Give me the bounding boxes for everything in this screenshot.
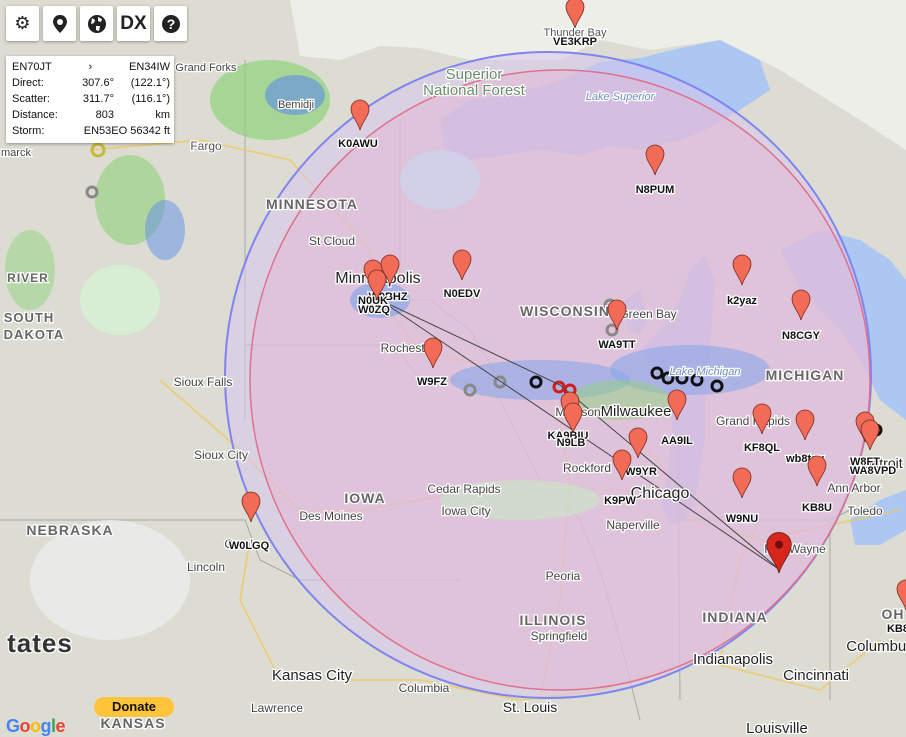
- place-label: NEBRASKA: [26, 522, 113, 538]
- station-callsign: W9YR: [625, 466, 657, 478]
- direct-reverse: (122.1°): [130, 77, 170, 89]
- place-label: Lake Superior: [586, 91, 656, 103]
- place-label: Bemidji: [278, 99, 314, 111]
- place-label: RIVER: [7, 271, 49, 285]
- place-label: Cincinnati: [783, 667, 849, 684]
- place-label: IOWA: [344, 490, 385, 506]
- arrow-separator: ›: [88, 61, 93, 73]
- scatter-row: Scatter: 311.7° (116.1°): [12, 91, 170, 107]
- station-callsign: AA9IL: [661, 435, 693, 447]
- help-button[interactable]: ?: [154, 6, 187, 41]
- place-label: St. Louis: [503, 699, 557, 715]
- place-label: tates: [7, 628, 73, 658]
- globe-icon: [87, 14, 106, 33]
- place-label: INDIANA: [702, 609, 767, 625]
- map-toolbar: ⚙ DX ?: [6, 6, 187, 41]
- station-callsign: W0ZQ: [358, 304, 390, 316]
- place-label: Grand Rapids: [716, 414, 790, 428]
- station-callsign: W9FZ: [417, 376, 447, 388]
- station-callsign: K9PW: [604, 495, 636, 507]
- place-label: Des Moines: [299, 509, 362, 523]
- place-label: MICHIGAN: [766, 367, 845, 383]
- svg-text:?: ?: [166, 16, 175, 32]
- dx-button[interactable]: DX: [117, 6, 150, 41]
- place-label: Indianapolis: [693, 651, 773, 668]
- place-label: Rockford: [563, 461, 611, 475]
- place-label: Toledo: [847, 504, 883, 518]
- place-label: Lincoln: [187, 560, 225, 574]
- station-callsign: N9LB: [557, 437, 586, 449]
- place-label: WISCONSIN: [520, 303, 610, 319]
- station-callsign: N0EDV: [444, 288, 481, 300]
- grid-header: EN70JT › EN34IW: [12, 59, 170, 75]
- place-label: MINNESOTA: [266, 196, 358, 212]
- place-label: Iowa City: [441, 504, 490, 518]
- place-label: Sioux City: [194, 448, 248, 462]
- place-label: Cedar Rapids: [427, 482, 500, 496]
- place-label: St Cloud: [309, 234, 355, 248]
- place-label: National Forest: [423, 82, 526, 99]
- scatter-reverse: (116.1°): [131, 93, 170, 105]
- from-grid: EN70JT: [12, 61, 52, 73]
- place-label: OH: [882, 606, 905, 622]
- station-callsign: N8PUM: [636, 184, 675, 196]
- globe-button[interactable]: [80, 6, 113, 41]
- place-label: Peoria: [546, 569, 581, 583]
- place-label: Milwaukee: [601, 403, 672, 420]
- place-label: Lake Michigan: [670, 366, 741, 378]
- place-label: Kansas City: [272, 667, 353, 684]
- station-callsign: K0AWU: [338, 138, 378, 150]
- place-label: Superior: [446, 66, 503, 83]
- scatter-label: Scatter:: [12, 93, 50, 105]
- place-label: Lawrence: [251, 701, 303, 715]
- storm-label: Storm:: [12, 125, 45, 137]
- place-label: Fargo: [190, 139, 222, 153]
- station-callsign: WA8VPD: [850, 465, 897, 477]
- to-grid: EN34IW: [129, 61, 170, 73]
- place-label: Green Bay: [619, 307, 676, 321]
- map-pin-icon: [52, 14, 67, 33]
- station-callsign: KB8: [887, 623, 906, 635]
- station-callsign: W0LGQ: [229, 540, 270, 552]
- settings-button[interactable]: ⚙: [6, 6, 39, 41]
- place-label: ILLINOIS: [519, 612, 586, 628]
- question-icon: ?: [161, 14, 180, 33]
- place-label: Sioux Falls: [174, 375, 233, 389]
- place-label: Columbia: [399, 681, 450, 695]
- station-callsign: KF8QL: [744, 442, 780, 454]
- station-callsign: VE3KRP: [553, 36, 597, 48]
- station-callsign: KB8U: [802, 502, 832, 514]
- scatter-value: 311.7°: [82, 93, 114, 105]
- distance-unit: km: [155, 109, 170, 121]
- place-label: KANSAS: [100, 715, 165, 731]
- direct-row: Direct: 307.6° (122.1°): [12, 75, 170, 91]
- place-label: Louisville: [746, 720, 808, 734]
- location-button[interactable]: [43, 6, 76, 41]
- distance-label: Distance:: [12, 109, 58, 121]
- place-label: Columbus: [846, 638, 906, 655]
- dx-info-panel: EN70JT › EN34IW Direct: 307.6° (122.1°) …: [6, 56, 174, 143]
- gear-icon: ⚙: [14, 13, 31, 34]
- direct-label: Direct:: [12, 77, 44, 89]
- station-callsign: k2yaz: [727, 295, 757, 307]
- storm-row: Storm: EN53EO 56342 ft: [12, 123, 170, 139]
- distance-row: Distance: 803 km: [12, 107, 170, 123]
- distance-value: 803: [95, 109, 114, 121]
- place-label: Naperville: [606, 518, 660, 532]
- station-callsign: N8CGY: [782, 330, 821, 342]
- storm-value: EN53EO 56342 ft: [83, 125, 170, 137]
- place-label: DAKOTA: [4, 327, 65, 342]
- station-callsign: WA9TT: [598, 339, 636, 351]
- place-label: Chicago: [631, 485, 690, 502]
- place-label: Grand Forks: [175, 62, 237, 74]
- direct-value: 307.6°: [82, 77, 114, 89]
- donate-button[interactable]: Donate: [94, 697, 174, 717]
- place-label: SOUTH: [4, 310, 55, 325]
- place-label: Ann Arbor: [827, 481, 880, 495]
- place-label: Springfield: [531, 629, 588, 643]
- place-label: marck: [1, 147, 31, 159]
- station-callsign: W9NU: [726, 513, 758, 525]
